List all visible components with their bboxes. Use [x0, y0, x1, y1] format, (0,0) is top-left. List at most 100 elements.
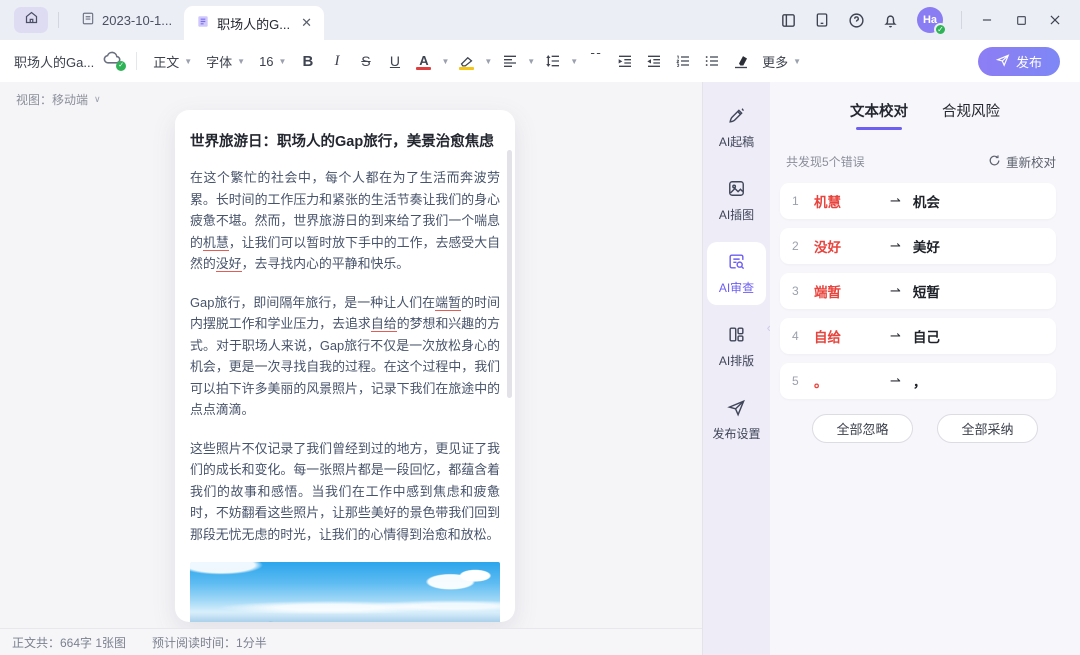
underline-button[interactable]: U [381, 48, 408, 74]
line-spacing-dropdown[interactable]: ▼ [568, 53, 580, 70]
correction-arrow-icon: ⇀ [890, 238, 901, 254]
panel-tabs: 文本校对 合规风险 [770, 100, 1080, 130]
rail-item-ai-illustration[interactable]: AI插图 [707, 169, 766, 232]
titlebar-right: Ha ✓ [773, 6, 1080, 34]
chevron-down-icon: ▼ [279, 57, 287, 66]
doc-review-icon [727, 252, 746, 274]
font-size-select[interactable]: 16▼ [253, 50, 292, 73]
document-preview-card[interactable]: 世界旅游日：职场人的Gap旅行，美景治愈焦虑 在这个繁忙的社会中，每个人都在为了… [175, 110, 515, 622]
rail-item-ai-review[interactable]: AI审查 [707, 242, 766, 305]
document-scrollbar[interactable] [507, 150, 512, 398]
indent-increase-button[interactable] [611, 48, 638, 74]
doc-paragraph: Gap旅行，即间隔年旅行，是一种让人们在端暂的时间内摆脱工作和学业压力，去追求自… [190, 292, 500, 421]
error-row[interactable]: 1 机慧 ⇀ 机会 [780, 183, 1056, 219]
recheck-button[interactable]: 重新校对 [988, 152, 1056, 171]
tab-compliance-risk[interactable]: 合规风险 [942, 100, 1000, 130]
chevron-down-icon: ▼ [237, 57, 245, 66]
ai-tool-rail: AI起稿 AI插图 AI审查 AI排版 发布设置 ‹ [703, 82, 770, 655]
status-bar: 正文共：664字 1张图 预计阅读时间：1分半 [0, 628, 702, 655]
error-row[interactable]: 2 没好 ⇀ 美好 [780, 228, 1056, 264]
paper-plane-icon [727, 398, 746, 420]
ordered-list-button[interactable] [669, 48, 696, 74]
error-row[interactable]: 4 自给 ⇀ 自己 [780, 318, 1056, 354]
highlight-dropdown[interactable]: ▼ [482, 53, 494, 70]
chevron-down-icon: ▼ [441, 57, 449, 66]
indent-decrease-button[interactable] [640, 48, 667, 74]
correction-arrow-icon: ⇀ [890, 373, 901, 389]
clear-format-button[interactable] [727, 48, 754, 74]
font-family-select[interactable]: 字体▼ [200, 48, 251, 75]
paragraph-style-select[interactable]: 正文▼ [147, 48, 198, 75]
ignore-all-button[interactable]: 全部忽略 [812, 414, 912, 443]
divider [136, 52, 137, 70]
font-color-swatch [416, 67, 431, 70]
italic-button[interactable]: I [323, 48, 350, 74]
font-color-button[interactable]: A [410, 48, 437, 74]
error-word[interactable]: 端暂 [435, 295, 461, 311]
highlight-color-swatch [459, 67, 474, 70]
strikethrough-button[interactable]: S [352, 48, 379, 74]
format-toolbar: 职场人的Ga... ✓ 正文▼ 字体▼ 16▼ B I S U A ▼ ▼ ▼ … [0, 40, 1080, 82]
tab-label: 2023-10-1... [102, 13, 172, 28]
bold-button[interactable]: B [294, 48, 321, 74]
user-avatar[interactable]: Ha ✓ [917, 7, 943, 33]
error-list: 1 机慧 ⇀ 机会 2 没好 ⇀ 美好 3 端暂 ⇀ 短暂 4 自给 ⇀ 自 [770, 183, 1080, 399]
divider [961, 11, 962, 29]
word-count: 正文共：664字 1张图 [12, 634, 126, 651]
correction-arrow-icon: ⇀ [890, 193, 901, 209]
blockquote-button[interactable]: “ [582, 48, 609, 74]
home-button[interactable] [14, 7, 48, 33]
publish-button[interactable]: 发布 [978, 47, 1060, 76]
chevron-down-icon: ▼ [527, 57, 535, 66]
more-menu[interactable]: 更多▼ [756, 48, 807, 75]
editor-column: 视图：移动端 ∨ 世界旅游日：职场人的Gap旅行，美景治愈焦虑 在这个繁忙的社会… [0, 82, 703, 655]
window-minimize-button[interactable] [972, 6, 1002, 34]
pencil-icon [727, 106, 746, 128]
align-button[interactable] [496, 48, 523, 74]
line-spacing-button[interactable] [539, 48, 566, 74]
view-mode-select[interactable]: 视图：移动端 ∨ [16, 91, 101, 108]
align-dropdown[interactable]: ▼ [525, 53, 537, 70]
help-icon[interactable] [841, 6, 871, 34]
doc-paragraph: 在这个繁忙的社会中，每个人都在为了生活而奔波劳累。长时间的工作压力和紧张的生活节… [190, 167, 500, 275]
doc-name[interactable]: 职场人的Ga... [14, 52, 94, 71]
image-icon [727, 179, 746, 201]
sky-landscape-photo[interactable] [190, 562, 500, 622]
tab-close-icon[interactable]: ✕ [301, 15, 312, 31]
editor-canvas: 视图：移动端 ∨ 世界旅游日：职场人的Gap旅行，美景治愈焦虑 在这个繁忙的社会… [0, 82, 702, 628]
chevron-down-icon: ▼ [793, 57, 801, 66]
highlight-button[interactable] [453, 48, 480, 74]
sidebar-panel-icon[interactable] [773, 6, 803, 34]
layout-icon [727, 325, 746, 347]
window-close-button[interactable] [1040, 6, 1070, 34]
notification-bell-icon[interactable] [875, 6, 905, 34]
rail-item-ai-layout[interactable]: AI排版 [707, 315, 766, 378]
tab-active-doc[interactable]: 职场人的G... ✕ [184, 6, 324, 40]
refresh-icon [988, 154, 1001, 170]
error-row[interactable]: 5 。 ⇀ ， [780, 363, 1056, 399]
error-word[interactable]: 没好 [216, 256, 242, 272]
mountain-silhouette [190, 616, 500, 622]
chevron-down-icon: ▼ [570, 57, 578, 66]
divider [58, 12, 59, 28]
read-time: 预计阅读时间：1分半 [152, 634, 267, 651]
cloud-sync-icon: ✓ [102, 50, 126, 72]
accept-all-button[interactable]: 全部采纳 [937, 414, 1037, 443]
verified-check-icon: ✓ [934, 23, 947, 36]
correction-arrow-icon: ⇀ [890, 328, 901, 344]
error-word[interactable]: 自给 [371, 316, 397, 332]
titlebar: 2023-10-1... 职场人的G... ✕ Ha ✓ [0, 0, 1080, 40]
doc-paragraph: 这些照片不仅记录了我们曾经到过的地方，更见证了我们的成长和变化。每一张照片都是一… [190, 438, 500, 546]
rail-item-publish-settings[interactable]: 发布设置 [707, 388, 766, 451]
tab-recent-doc[interactable]: 2023-10-1... [69, 0, 184, 40]
unordered-list-button[interactable] [698, 48, 725, 74]
window-maximize-button[interactable] [1006, 6, 1036, 34]
reader-mode-icon[interactable] [807, 6, 837, 34]
doc-title: 世界旅游日：职场人的Gap旅行，美景治愈焦虑 [190, 132, 500, 152]
error-row[interactable]: 3 端暂 ⇀ 短暂 [780, 273, 1056, 309]
rail-item-ai-draft[interactable]: AI起稿 [707, 96, 766, 159]
tab-text-proofread[interactable]: 文本校对 [850, 100, 908, 130]
error-word[interactable]: 机慧 [203, 235, 229, 251]
font-color-dropdown[interactable]: ▼ [439, 53, 451, 70]
chevron-down-icon: ▼ [484, 57, 492, 66]
